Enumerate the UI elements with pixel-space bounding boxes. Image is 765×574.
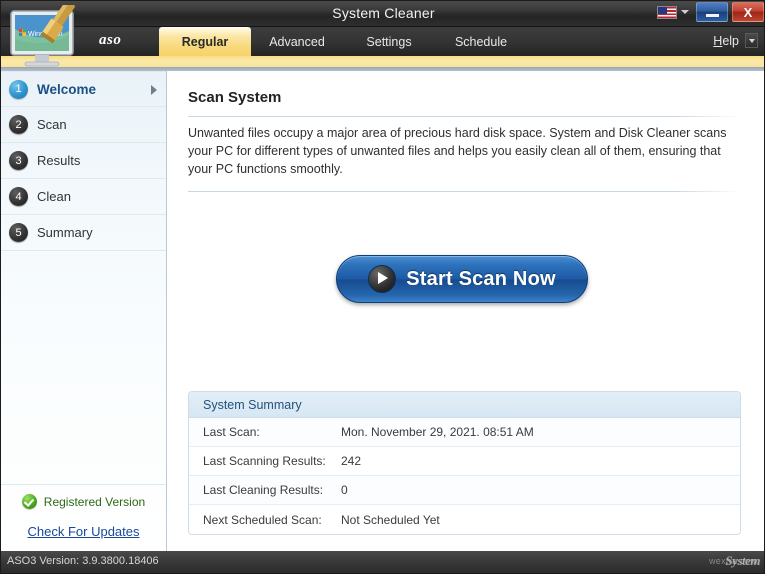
table-row: Last Scan: Mon. November 29, 2021. 08:51…: [189, 418, 740, 447]
help-chevron-down-icon[interactable]: [745, 33, 758, 48]
sidebar-item-welcome[interactable]: 1 Welcome: [1, 71, 166, 107]
tab-advanced[interactable]: Advanced: [251, 27, 343, 56]
close-button[interactable]: X: [732, 2, 764, 22]
start-scan-label: Start Scan Now: [406, 268, 556, 291]
row-label: Next Scheduled Scan:: [189, 513, 341, 527]
tab-regular[interactable]: Regular: [159, 27, 251, 56]
sidebar-item-label: Welcome: [37, 82, 96, 97]
sidebar-item-label: Summary: [37, 225, 93, 240]
sidebar-item-clean[interactable]: 4 Clean: [1, 179, 166, 215]
app-logo-icon: WindowsVi: [5, 5, 101, 71]
title-divider: [188, 116, 741, 117]
sidebar-item-results[interactable]: 3 Results: [1, 143, 166, 179]
tab-settings[interactable]: Settings: [343, 27, 435, 56]
tab-bar: aso Regular Advanced Settings Schedule H…: [1, 27, 765, 56]
us-flag-icon[interactable]: [657, 6, 677, 19]
sidebar-item-label: Scan: [37, 117, 67, 132]
row-value: 0: [341, 483, 348, 497]
main-content: Scan System Unwanted files occupy a majo…: [168, 71, 765, 553]
step-badge-5: 5: [9, 223, 28, 242]
sidebar-item-summary[interactable]: 5 Summary: [1, 215, 166, 251]
step-badge-1: 1: [9, 80, 28, 99]
version-label: ASO3 Version: 3.9.3800.18406: [7, 555, 159, 567]
row-label: Last Cleaning Results:: [189, 483, 341, 497]
system-summary-panel: System Summary Last Scan: Mon. November …: [188, 391, 741, 535]
window-controls: X: [657, 2, 764, 22]
check-for-updates-link[interactable]: Check For Updates: [1, 524, 166, 539]
window-title: System Cleaner: [1, 5, 765, 21]
language-chevron-down-icon[interactable]: [681, 10, 689, 14]
system-summary-title: System Summary: [189, 392, 740, 418]
row-value: 242: [341, 454, 361, 468]
status-bar: ASO3 Version: 3.9.3800.18406 System wext…: [1, 551, 765, 573]
registered-status: Registered Version: [1, 494, 166, 509]
row-label: Last Scanning Results:: [189, 454, 341, 468]
row-label: Last Scan:: [189, 425, 341, 439]
help-label: Help: [713, 34, 739, 48]
accent-band: [1, 56, 765, 67]
close-icon: X: [733, 3, 763, 21]
table-row: Next Scheduled Scan: Not Scheduled Yet: [189, 505, 740, 534]
watermark-subtext: wextra.com: [709, 556, 758, 566]
title-bar: System Cleaner X: [1, 1, 765, 27]
start-scan-button[interactable]: Start Scan Now: [336, 255, 588, 303]
tab-schedule[interactable]: Schedule: [435, 27, 527, 56]
sidebar-item-scan[interactable]: 2 Scan: [1, 107, 166, 143]
step-badge-2: 2: [9, 115, 28, 134]
row-value: Mon. November 29, 2021. 08:51 AM: [341, 425, 534, 439]
step-badge-4: 4: [9, 187, 28, 206]
minimize-button[interactable]: [696, 2, 728, 22]
tab-list: Regular Advanced Settings Schedule: [159, 27, 527, 56]
sidebar: 1 Welcome 2 Scan 3 Results 4 Clean 5 Sum…: [1, 71, 167, 553]
description-divider: [188, 191, 741, 192]
play-icon: [368, 265, 396, 293]
chevron-right-icon: [151, 85, 157, 95]
registered-label: Registered Version: [44, 495, 145, 509]
watermark: System wextra.com: [725, 553, 760, 569]
page-title: Scan System: [188, 89, 281, 106]
brand-logo-text: aso: [99, 32, 121, 49]
sidebar-divider: [1, 484, 166, 485]
step-badge-3: 3: [9, 151, 28, 170]
application-window: System Cleaner X aso Regular Advanced Se…: [0, 0, 765, 574]
page-description: Unwanted files occupy a major area of pr…: [188, 124, 743, 178]
green-check-icon: [22, 494, 37, 509]
table-row: Last Cleaning Results: 0: [189, 476, 740, 505]
sidebar-item-label: Clean: [37, 189, 71, 204]
help-menu[interactable]: Help: [713, 33, 758, 48]
sidebar-item-label: Results: [37, 153, 80, 168]
table-row: Last Scanning Results: 242: [189, 447, 740, 476]
row-value: Not Scheduled Yet: [341, 513, 440, 527]
